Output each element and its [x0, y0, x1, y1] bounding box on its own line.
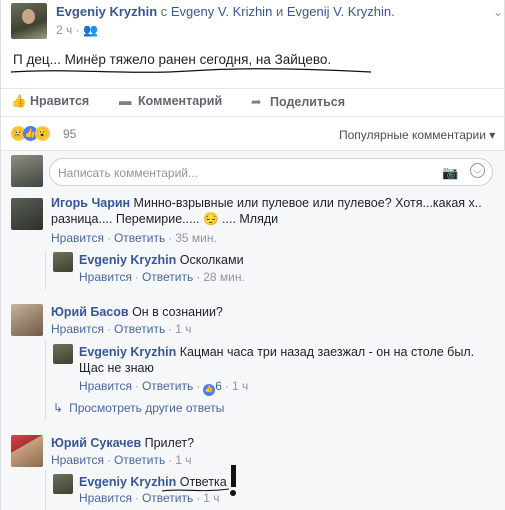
post-text: П дец... Минёр тяжело ранен сегодня, на … [13, 52, 332, 67]
comment-button[interactable]: ▬ Комментарий [119, 94, 222, 108]
comment-reply-link[interactable]: Ответить [114, 231, 165, 245]
post-time[interactable]: 2 ч [56, 23, 72, 37]
comment-reply-link[interactable]: Ответить [114, 453, 165, 467]
reply-avatar[interactable] [53, 474, 73, 494]
reply-like-link[interactable]: Нравится [79, 491, 132, 505]
comment-time[interactable]: 35 мин. [175, 231, 217, 245]
tagged-user-1[interactable]: Evgeny V. Krizhin [171, 4, 272, 19]
like-button[interactable]: 👍 Нравится [11, 94, 89, 109]
like-label: Нравится [30, 94, 90, 108]
redaction-mark [231, 465, 236, 487]
reply-reply-link[interactable]: Ответить [142, 379, 193, 393]
comment-sort-dropdown[interactable]: Популярные комментарии ▾ [339, 128, 495, 142]
comment-meta: Нравится · Ответить · 1 ч [51, 453, 192, 467]
reply-body: Evgeniy Kryzhin Осколками [79, 252, 244, 268]
comment-body: Юрий Басов Он в сознании? [51, 304, 223, 320]
post-header: Evgeniy Kryzhin с Evgeny V. Krizhin и Ev… [11, 3, 503, 39]
reply-text: Осколками [179, 253, 244, 267]
comment-author[interactable]: Юрий Басов [51, 305, 129, 319]
reaction-count: 95 [63, 127, 77, 141]
reply-author[interactable]: Evgeniy Kryzhin [79, 253, 176, 267]
comment-time[interactable]: 1 ч [175, 322, 191, 336]
reply-reply-link[interactable]: Ответить [142, 270, 193, 284]
post-meta: 2 ч ·​ 👥 [56, 23, 98, 37]
reply-thread-line [45, 470, 46, 510]
comment-label: Комментарий [138, 94, 223, 108]
reply-like-link[interactable]: Нравится [79, 270, 132, 284]
comment-text-line2: разница.... Перемирие..... 😔 .... Мляди [51, 212, 279, 226]
comment-text: Он в сознании? [132, 305, 223, 319]
camera-icon[interactable]: 📷 [442, 165, 458, 181]
friends-icon: ·​ 👥 [75, 23, 98, 37]
share-icon: ➦ [251, 95, 262, 109]
comment-body: Игорь Чарин Минно-взрывные или пулевое и… [51, 195, 482, 211]
like-count-icon: 👍 [203, 384, 216, 396]
reply-meta: Нравится · Ответить · 👍 6 · 1 ч [79, 379, 248, 396]
comment-author[interactable]: Юрий Сукачев [51, 436, 141, 450]
comment-avatar[interactable] [11, 304, 43, 336]
reply-meta: Нравится · Ответить · 28 мин. [79, 270, 245, 284]
reply-like-link[interactable]: Нравится [79, 379, 132, 393]
reply-author[interactable]: Evgeniy Kryzhin [79, 345, 176, 359]
facebook-post: Evgeniy Kryzhin с Evgeny V. Krizhin и Ev… [0, 0, 505, 510]
reply-like-count[interactable]: 6 [215, 379, 222, 393]
reply-thread-line [45, 250, 46, 290]
author-avatar[interactable] [11, 3, 47, 39]
comment-input[interactable]: Написать комментарий... 📷 ◡ [49, 158, 493, 186]
comment-author[interactable]: Игорь Чарин [51, 196, 130, 210]
emoji-icon[interactable]: ◡ [470, 163, 485, 178]
post-action-bar: 👍 Нравится ▬ Комментарий ➦ Поделиться [1, 88, 505, 112]
reply-body: Evgeniy Kryzhin Кацман часа три назад за… [79, 344, 474, 360]
reply-text-line2: Щас не знаю [79, 361, 154, 375]
scribble-underline [10, 68, 372, 73]
post-author-line: Evgeniy Kryzhin с Evgeny V. Krizhin и Ev… [56, 4, 395, 19]
comment-like-link[interactable]: Нравится [51, 231, 104, 245]
tagged-user-2[interactable]: Evgenij V. Kryzhin. [287, 4, 395, 19]
comment-avatar[interactable] [11, 198, 43, 230]
reply-text: Кацман часа три назад заезжал - он на ст… [179, 345, 475, 359]
comment-reply-link[interactable]: Ответить [114, 322, 165, 336]
author-name[interactable]: Evgeniy Kryzhin [56, 4, 157, 19]
comment-text: Прилет? [144, 436, 195, 450]
reply-arrow-icon: ↳ [53, 401, 64, 415]
wow-reaction-icon: 😮 [35, 126, 50, 141]
comment-body: Юрий Сукачев Прилет? [51, 435, 194, 451]
composer-avatar [11, 155, 43, 187]
scribble-underline [161, 488, 230, 492]
reply-avatar[interactable] [53, 344, 73, 364]
share-label: Поделиться [270, 95, 346, 109]
comment-avatar[interactable] [11, 435, 43, 467]
comment-icon: ▬ [119, 94, 132, 108]
chevron-down-icon[interactable]: ⌄ [493, 5, 503, 19]
reply-time[interactable]: 28 мин. [203, 270, 245, 284]
divider [1, 116, 505, 117]
reply-time[interactable]: 1 ч [232, 379, 248, 393]
and-word: и [275, 4, 284, 19]
reply-avatar[interactable] [53, 252, 73, 272]
comment-like-link[interactable]: Нравится [51, 453, 104, 467]
more-replies-label: Просмотреть другие ответы [69, 401, 225, 415]
comment-meta: Нравится · Ответить · 1 ч [51, 322, 192, 336]
view-more-replies-link[interactable]: ↳ Просмотреть другие ответы [53, 401, 224, 415]
comment-time[interactable]: 1 ч [175, 453, 191, 467]
reply-thread-line [45, 340, 46, 420]
with-word: с [160, 4, 168, 19]
comment-text: Минно-взрывные или пулевое или пулевое? … [133, 196, 482, 210]
comment-placeholder: Написать комментарий... [58, 166, 199, 180]
comment-like-link[interactable]: Нравится [51, 322, 104, 336]
thumbs-up-icon: 👍 [11, 94, 27, 108]
comment-meta: Нравится · Ответить · 35 мин. [51, 231, 217, 245]
share-button[interactable]: ➦ Поделиться [251, 94, 345, 109]
redaction-mark [230, 490, 236, 496]
